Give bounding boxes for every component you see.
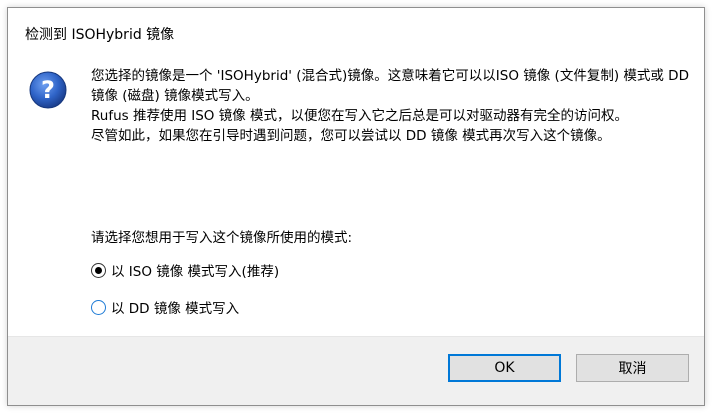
iso-mode-option[interactable]: 以 ISO 镜像 模式写入(推荐) — [91, 260, 279, 280]
cancel-button[interactable]: 取消 — [576, 354, 689, 382]
ok-button[interactable]: OK — [448, 354, 561, 382]
message-line: 尽管如此，如果您在引导时遇到问题，您可以尝试以 DD 镜像 模式再次写入这个镜像… — [91, 128, 611, 144]
dialog-title: 检测到 ISOHybrid 镜像 — [25, 27, 175, 43]
dialog-window: 检测到 ISOHybrid 镜像 ? 您选择的镜像是一个 'ISOHybrid'… — [7, 7, 705, 406]
dd-mode-radio[interactable] — [91, 299, 106, 315]
mode-prompt: 请选择您想用于写入这个镜像所使用的模式: — [91, 230, 353, 246]
dd-mode-option[interactable]: 以 DD 镜像 模式写入 — [91, 297, 239, 317]
iso-mode-label: 以 ISO 镜像 模式写入(推荐) — [111, 264, 280, 280]
dialog-footer: OK 取消 — [8, 336, 704, 405]
message-line: Rufus 推荐使用 ISO 镜像 模式，以便您在写入它之后总是可以对驱动器有完… — [91, 108, 629, 124]
svg-text:?: ? — [41, 76, 55, 104]
message-line: 您选择的镜像是一个 'ISOHybrid' (混合式)镜像。这意味着它可以以IS… — [91, 68, 689, 104]
question-icon: ? — [29, 71, 67, 109]
dialog-message: 您选择的镜像是一个 'ISOHybrid' (混合式)镜像。这意味着它可以以IS… — [91, 66, 691, 146]
dd-mode-label: 以 DD 镜像 模式写入 — [111, 301, 240, 317]
iso-mode-radio[interactable] — [91, 262, 106, 278]
